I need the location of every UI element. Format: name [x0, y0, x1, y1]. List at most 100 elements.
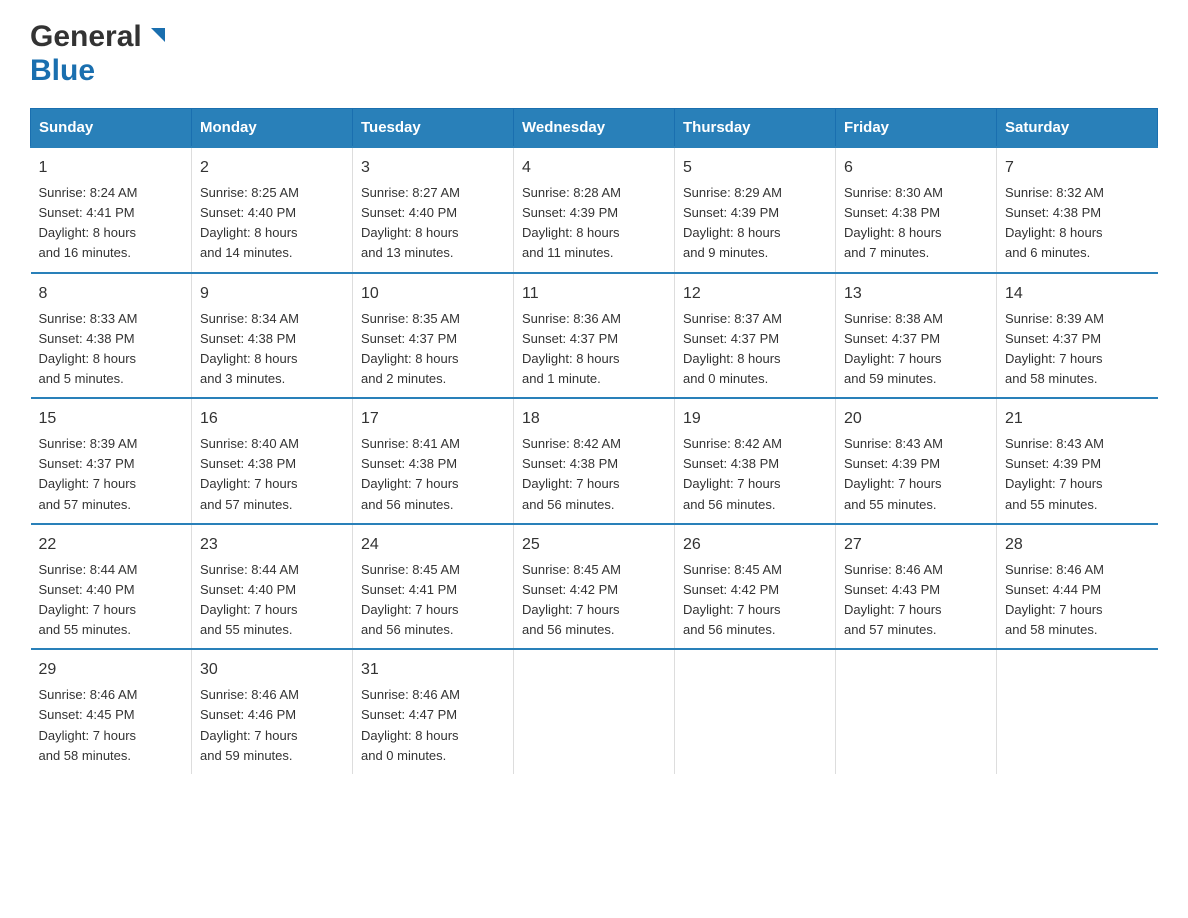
day-number: 7: [1005, 156, 1150, 180]
day-number: 26: [683, 533, 827, 557]
header-saturday: Saturday: [997, 109, 1158, 148]
day-number: 14: [1005, 282, 1150, 306]
header-thursday: Thursday: [675, 109, 836, 148]
day-info: Sunrise: 8:46 AMSunset: 4:46 PMDaylight:…: [200, 685, 344, 766]
day-info: Sunrise: 8:39 AMSunset: 4:37 PMDaylight:…: [1005, 309, 1150, 390]
day-cell: 12 Sunrise: 8:37 AMSunset: 4:37 PMDaylig…: [675, 273, 836, 399]
day-number: 30: [200, 658, 344, 682]
day-cell: [675, 649, 836, 774]
week-row-4: 22 Sunrise: 8:44 AMSunset: 4:40 PMDaylig…: [31, 524, 1158, 650]
day-number: 19: [683, 407, 827, 431]
day-cell: [514, 649, 675, 774]
day-info: Sunrise: 8:46 AMSunset: 4:43 PMDaylight:…: [844, 560, 988, 641]
day-info: Sunrise: 8:39 AMSunset: 4:37 PMDaylight:…: [39, 434, 184, 515]
day-cell: 3 Sunrise: 8:27 AMSunset: 4:40 PMDayligh…: [353, 147, 514, 273]
day-number: 8: [39, 282, 184, 306]
day-info: Sunrise: 8:45 AMSunset: 4:41 PMDaylight:…: [361, 560, 505, 641]
day-info: Sunrise: 8:30 AMSunset: 4:38 PMDaylight:…: [844, 183, 988, 264]
day-number: 27: [844, 533, 988, 557]
day-info: Sunrise: 8:44 AMSunset: 4:40 PMDaylight:…: [200, 560, 344, 641]
header-tuesday: Tuesday: [353, 109, 514, 148]
day-number: 3: [361, 156, 505, 180]
day-cell: 29 Sunrise: 8:46 AMSunset: 4:45 PMDaylig…: [31, 649, 192, 774]
day-cell: 2 Sunrise: 8:25 AMSunset: 4:40 PMDayligh…: [192, 147, 353, 273]
week-row-3: 15 Sunrise: 8:39 AMSunset: 4:37 PMDaylig…: [31, 398, 1158, 524]
day-cell: 19 Sunrise: 8:42 AMSunset: 4:38 PMDaylig…: [675, 398, 836, 524]
day-cell: 16 Sunrise: 8:40 AMSunset: 4:38 PMDaylig…: [192, 398, 353, 524]
day-number: 15: [39, 407, 184, 431]
logo: General Blue: [30, 20, 167, 88]
day-cell: 8 Sunrise: 8:33 AMSunset: 4:38 PMDayligh…: [31, 273, 192, 399]
day-number: 5: [683, 156, 827, 180]
day-cell: 1 Sunrise: 8:24 AMSunset: 4:41 PMDayligh…: [31, 147, 192, 273]
day-number: 10: [361, 282, 505, 306]
day-cell: [997, 649, 1158, 774]
week-row-5: 29 Sunrise: 8:46 AMSunset: 4:45 PMDaylig…: [31, 649, 1158, 774]
day-cell: 10 Sunrise: 8:35 AMSunset: 4:37 PMDaylig…: [353, 273, 514, 399]
day-number: 20: [844, 407, 988, 431]
day-number: 29: [39, 658, 184, 682]
day-number: 21: [1005, 407, 1150, 431]
day-cell: 6 Sunrise: 8:30 AMSunset: 4:38 PMDayligh…: [836, 147, 997, 273]
day-info: Sunrise: 8:32 AMSunset: 4:38 PMDaylight:…: [1005, 183, 1150, 264]
day-number: 22: [39, 533, 184, 557]
day-cell: 25 Sunrise: 8:45 AMSunset: 4:42 PMDaylig…: [514, 524, 675, 650]
day-info: Sunrise: 8:45 AMSunset: 4:42 PMDaylight:…: [522, 560, 666, 641]
header-friday: Friday: [836, 109, 997, 148]
day-number: 24: [361, 533, 505, 557]
day-info: Sunrise: 8:35 AMSunset: 4:37 PMDaylight:…: [361, 309, 505, 390]
day-cell: 23 Sunrise: 8:44 AMSunset: 4:40 PMDaylig…: [192, 524, 353, 650]
header-monday: Monday: [192, 109, 353, 148]
day-info: Sunrise: 8:43 AMSunset: 4:39 PMDaylight:…: [844, 434, 988, 515]
day-number: 17: [361, 407, 505, 431]
day-number: 13: [844, 282, 988, 306]
day-cell: 26 Sunrise: 8:45 AMSunset: 4:42 PMDaylig…: [675, 524, 836, 650]
day-cell: 18 Sunrise: 8:42 AMSunset: 4:38 PMDaylig…: [514, 398, 675, 524]
day-cell: [836, 649, 997, 774]
day-info: Sunrise: 8:46 AMSunset: 4:45 PMDaylight:…: [39, 685, 184, 766]
logo-blue-text: Blue: [30, 54, 95, 88]
day-info: Sunrise: 8:46 AMSunset: 4:44 PMDaylight:…: [1005, 560, 1150, 641]
day-info: Sunrise: 8:43 AMSunset: 4:39 PMDaylight:…: [1005, 434, 1150, 515]
day-cell: 15 Sunrise: 8:39 AMSunset: 4:37 PMDaylig…: [31, 398, 192, 524]
week-row-2: 8 Sunrise: 8:33 AMSunset: 4:38 PMDayligh…: [31, 273, 1158, 399]
day-number: 28: [1005, 533, 1150, 557]
week-row-1: 1 Sunrise: 8:24 AMSunset: 4:41 PMDayligh…: [31, 147, 1158, 273]
day-number: 9: [200, 282, 344, 306]
day-info: Sunrise: 8:28 AMSunset: 4:39 PMDaylight:…: [522, 183, 666, 264]
day-cell: 7 Sunrise: 8:32 AMSunset: 4:38 PMDayligh…: [997, 147, 1158, 273]
day-info: Sunrise: 8:36 AMSunset: 4:37 PMDaylight:…: [522, 309, 666, 390]
day-cell: 4 Sunrise: 8:28 AMSunset: 4:39 PMDayligh…: [514, 147, 675, 273]
day-number: 23: [200, 533, 344, 557]
day-cell: 30 Sunrise: 8:46 AMSunset: 4:46 PMDaylig…: [192, 649, 353, 774]
header-wednesday: Wednesday: [514, 109, 675, 148]
day-cell: 13 Sunrise: 8:38 AMSunset: 4:37 PMDaylig…: [836, 273, 997, 399]
logo-triangle-icon: [145, 24, 167, 51]
day-number: 4: [522, 156, 666, 180]
day-number: 16: [200, 407, 344, 431]
day-info: Sunrise: 8:24 AMSunset: 4:41 PMDaylight:…: [39, 183, 184, 264]
day-cell: 22 Sunrise: 8:44 AMSunset: 4:40 PMDaylig…: [31, 524, 192, 650]
day-cell: 31 Sunrise: 8:46 AMSunset: 4:47 PMDaylig…: [353, 649, 514, 774]
calendar-table: SundayMondayTuesdayWednesdayThursdayFrid…: [30, 108, 1158, 774]
day-info: Sunrise: 8:42 AMSunset: 4:38 PMDaylight:…: [522, 434, 666, 515]
day-cell: 17 Sunrise: 8:41 AMSunset: 4:38 PMDaylig…: [353, 398, 514, 524]
day-cell: 5 Sunrise: 8:29 AMSunset: 4:39 PMDayligh…: [675, 147, 836, 273]
day-info: Sunrise: 8:25 AMSunset: 4:40 PMDaylight:…: [200, 183, 344, 264]
day-info: Sunrise: 8:41 AMSunset: 4:38 PMDaylight:…: [361, 434, 505, 515]
day-info: Sunrise: 8:42 AMSunset: 4:38 PMDaylight:…: [683, 434, 827, 515]
day-info: Sunrise: 8:34 AMSunset: 4:38 PMDaylight:…: [200, 309, 344, 390]
day-info: Sunrise: 8:27 AMSunset: 4:40 PMDaylight:…: [361, 183, 505, 264]
calendar-header: SundayMondayTuesdayWednesdayThursdayFrid…: [31, 109, 1158, 148]
day-cell: 28 Sunrise: 8:46 AMSunset: 4:44 PMDaylig…: [997, 524, 1158, 650]
header-sunday: Sunday: [31, 109, 192, 148]
day-cell: 24 Sunrise: 8:45 AMSunset: 4:41 PMDaylig…: [353, 524, 514, 650]
day-info: Sunrise: 8:40 AMSunset: 4:38 PMDaylight:…: [200, 434, 344, 515]
day-cell: 9 Sunrise: 8:34 AMSunset: 4:38 PMDayligh…: [192, 273, 353, 399]
day-info: Sunrise: 8:44 AMSunset: 4:40 PMDaylight:…: [39, 560, 184, 641]
day-number: 25: [522, 533, 666, 557]
day-number: 2: [200, 156, 344, 180]
day-number: 6: [844, 156, 988, 180]
day-cell: 27 Sunrise: 8:46 AMSunset: 4:43 PMDaylig…: [836, 524, 997, 650]
day-number: 31: [361, 658, 505, 682]
